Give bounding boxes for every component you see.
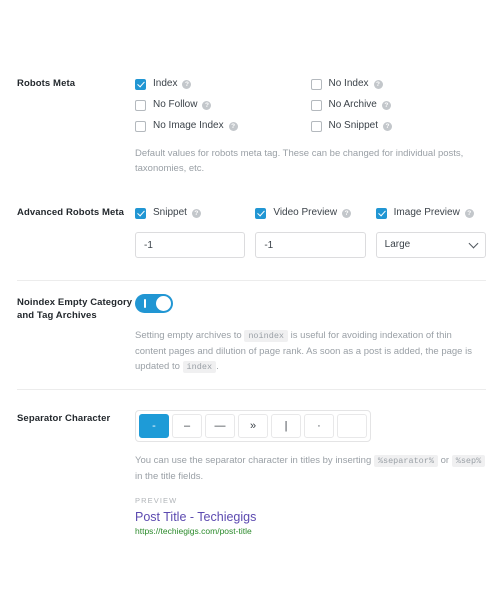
help-icon[interactable]: ? <box>182 79 192 89</box>
advanced-col-video-preview: Video Preview ? <box>255 204 365 225</box>
robots-meta-column-left: Index ? No Follow ? No Image Index ? <box>135 75 311 138</box>
separator-option-hyphen[interactable]: - <box>139 414 169 438</box>
help-text-part-1: You can use the separator character in t… <box>135 455 372 466</box>
preview-url: https://techiegigs.com/post-title <box>135 526 252 536</box>
separator-character-label: Separator Character <box>17 413 111 424</box>
help-icon[interactable]: ? <box>191 208 201 218</box>
checkbox-row-no-index[interactable]: No Index ? <box>310 75 487 93</box>
section-noindex-empty-archives: Noindex Empty Category and Tag Archives … <box>0 294 500 375</box>
section-separator-character: Separator Character - – — » | · You can … <box>0 410 500 537</box>
checkbox-label-no-follow: No Follow <box>153 99 198 110</box>
separator-option-em-dash[interactable]: — <box>205 414 235 438</box>
code-index: index <box>182 361 217 373</box>
help-icon[interactable]: ? <box>342 208 352 218</box>
checkbox-index[interactable] <box>135 78 146 90</box>
checkbox-row-no-archive[interactable]: No Archive ? <box>310 96 487 114</box>
checkbox-video-preview[interactable] <box>255 207 267 219</box>
checkbox-row-image-preview[interactable]: Image Preview ? <box>375 204 486 222</box>
noindex-empty-label: Noindex Empty Category and Tag Archives <box>17 297 133 321</box>
separator-button-group: - – — » | · <box>135 410 371 442</box>
checkbox-label-index: Index <box>153 78 178 89</box>
checkbox-no-image-index[interactable] <box>135 120 146 132</box>
robots-meta-help-text: Default values for robots meta tag. Thes… <box>135 148 464 174</box>
separator-option-en-dash[interactable]: – <box>172 414 202 438</box>
checkbox-no-follow[interactable] <box>135 99 146 111</box>
video-preview-input-wrap <box>255 232 366 258</box>
help-text-part-1: Setting empty archives to <box>135 330 242 341</box>
checkbox-snippet[interactable] <box>135 207 146 219</box>
checkbox-label-image-preview: Image Preview <box>393 207 460 218</box>
snippet-input-wrap <box>135 232 246 258</box>
noindex-empty-help-text: Setting empty archives to noindex is use… <box>135 328 485 375</box>
advanced-robots-inputs-row: Large <box>135 232 486 258</box>
checkbox-no-snippet[interactable] <box>310 120 322 132</box>
separator-option-custom[interactable] <box>337 414 367 438</box>
checkbox-row-no-follow[interactable]: No Follow ? <box>135 96 311 114</box>
checkbox-row-video-preview[interactable]: Video Preview ? <box>255 204 365 222</box>
help-text-part-3: in the title fields. <box>135 471 204 482</box>
robots-meta-checkbox-grid: Index ? No Follow ? No Image Index ? No … <box>135 75 486 138</box>
help-icon[interactable]: ? <box>464 208 474 218</box>
separator-help-text: You can use the separator character in t… <box>135 453 486 484</box>
robots-meta-field: Index ? No Follow ? No Image Index ? No … <box>135 75 486 176</box>
advanced-col-snippet: Snippet ? <box>135 204 245 225</box>
checkbox-image-preview[interactable] <box>375 207 387 219</box>
settings-page: Robots Meta Index ? No Follow ? No Image… <box>0 0 500 600</box>
snippet-input[interactable] <box>135 232 246 258</box>
help-icon[interactable]: ? <box>202 100 212 110</box>
help-icon[interactable]: ? <box>228 121 238 131</box>
separator-option-guillemet[interactable]: » <box>238 414 268 438</box>
checkbox-row-index[interactable]: Index ? <box>135 75 311 93</box>
checkbox-label-no-index: No Index <box>328 78 369 89</box>
checkbox-label-no-archive: No Archive <box>328 99 377 110</box>
video-preview-input[interactable] <box>255 232 366 258</box>
checkbox-label-video-preview: Video Preview <box>273 207 338 218</box>
section-advanced-robots-meta: Advanced Robots Meta Snippet ? Video Pre… <box>0 204 500 258</box>
help-text-part-2: or <box>440 455 450 466</box>
preview-kicker-label: PREVIEW <box>135 496 178 505</box>
separator-option-middot[interactable]: · <box>304 414 334 438</box>
help-text-part-3: . <box>216 361 219 372</box>
checkbox-label-no-image-index: No Image Index <box>153 120 224 131</box>
image-preview-select[interactable]: Large <box>375 232 486 258</box>
help-icon[interactable]: ? <box>381 100 391 110</box>
section-robots-meta: Robots Meta Index ? No Follow ? No Image… <box>0 75 500 176</box>
checkbox-label-snippet: Snippet <box>153 207 187 218</box>
image-preview-select-wrap: Large <box>375 232 486 258</box>
advanced-col-image-preview: Image Preview ? <box>375 204 486 225</box>
chevron-down-icon <box>468 238 479 249</box>
noindex-empty-field: Setting empty archives to noindex is use… <box>135 294 486 375</box>
code-separator-token: %separator% <box>373 455 438 467</box>
toggle-bar-icon <box>144 299 146 308</box>
code-noindex: noindex <box>244 330 289 342</box>
separator-preview: PREVIEW Post Title - Techiegigs https://… <box>135 496 486 537</box>
checkbox-row-no-snippet[interactable]: No Snippet ? <box>310 117 487 135</box>
checkbox-row-no-image-index[interactable]: No Image Index ? <box>135 117 311 135</box>
image-preview-select-value: Large <box>384 239 411 250</box>
advanced-robots-meta-field: Snippet ? Video Preview ? Image Preview <box>135 204 486 258</box>
help-icon[interactable]: ? <box>382 121 392 131</box>
robots-meta-label: Robots Meta <box>17 78 76 89</box>
separator-character-field: - – — » | · You can use the separator ch… <box>135 410 486 537</box>
toggle-knob <box>156 296 171 311</box>
separator-option-pipe[interactable]: | <box>271 414 301 438</box>
noindex-empty-toggle[interactable] <box>135 294 173 313</box>
checkbox-no-index[interactable] <box>310 78 322 90</box>
checkbox-no-archive[interactable] <box>310 99 322 111</box>
checkbox-label-no-snippet: No Snippet <box>328 120 378 131</box>
preview-title: Post Title - Techiegigs <box>135 510 257 524</box>
checkbox-row-snippet[interactable]: Snippet ? <box>135 204 245 222</box>
help-icon[interactable]: ? <box>373 79 383 89</box>
advanced-robots-checkbox-row: Snippet ? Video Preview ? Image Preview <box>135 204 486 225</box>
advanced-robots-meta-label: Advanced Robots Meta <box>17 207 125 218</box>
robots-meta-column-right: No Index ? No Archive ? No Snippet ? <box>310 75 487 138</box>
code-sep-token: %sep% <box>451 455 486 467</box>
